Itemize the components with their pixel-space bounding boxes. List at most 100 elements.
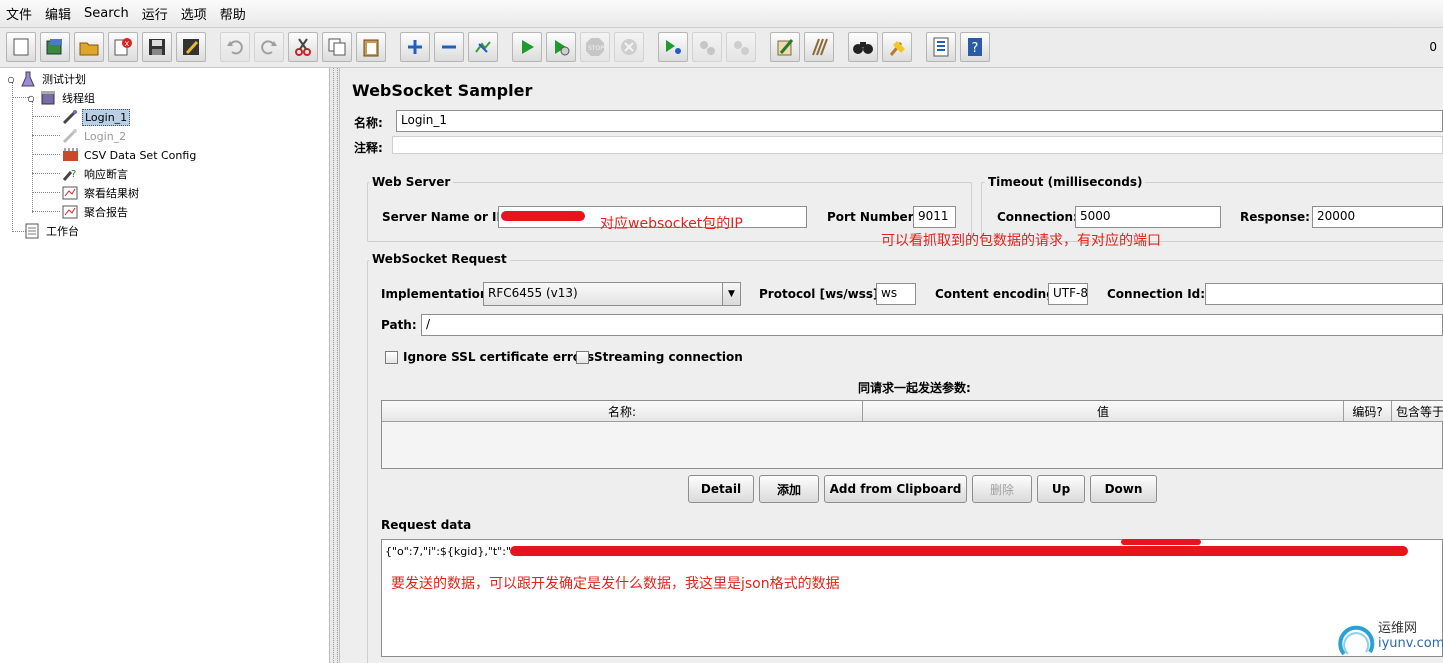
tree-node-workbench[interactable]: 工作台 bbox=[24, 222, 81, 240]
tree-node-response-assertion[interactable]: ? 响应断言 bbox=[62, 165, 130, 183]
save-as-icon[interactable] bbox=[176, 32, 206, 62]
column-header-encode[interactable]: 编码? bbox=[1344, 401, 1392, 422]
add-button[interactable]: 添加 bbox=[759, 475, 819, 503]
tree-node-label: 聚合报告 bbox=[84, 206, 128, 219]
stop-icon[interactable]: STOP bbox=[580, 32, 610, 62]
tree-node-aggregate-report[interactable]: 聚合报告 bbox=[62, 203, 130, 221]
svg-text:?: ? bbox=[71, 169, 76, 180]
tree-node-csv-config[interactable]: CSV Data Set Config bbox=[62, 146, 198, 164]
connection-id-field[interactable] bbox=[1205, 283, 1443, 305]
content-encoding-field[interactable]: UTF-8 bbox=[1048, 283, 1088, 305]
menu-run[interactable]: 运行 bbox=[142, 4, 168, 23]
redaction-mark bbox=[501, 211, 585, 221]
up-button[interactable]: Up bbox=[1037, 475, 1085, 503]
tree-node-login-1[interactable]: Login_1 bbox=[62, 108, 131, 126]
connection-timeout-label: Connection: bbox=[997, 210, 1078, 224]
start-icon[interactable] bbox=[512, 32, 542, 62]
thread-group-icon bbox=[40, 90, 56, 106]
tree-node-test-plan[interactable]: ○ 测试计划 bbox=[6, 70, 88, 88]
redo-icon[interactable] bbox=[254, 32, 284, 62]
tree-node-label: Login_2 bbox=[84, 129, 127, 143]
chevron-down-icon[interactable]: ▼ bbox=[722, 283, 740, 305]
key-toggle-icon[interactable]: ○ bbox=[6, 71, 16, 87]
implementation-select[interactable]: RFC6455 (v13) ▼ bbox=[483, 282, 741, 306]
protocol-label: Protocol [ws/wss]: bbox=[759, 287, 884, 301]
page-title: WebSocket Sampler bbox=[352, 81, 533, 100]
tree-node-label: 测试计划 bbox=[42, 73, 86, 86]
tree-node-label: 工作台 bbox=[46, 225, 79, 238]
collapse-icon[interactable] bbox=[434, 32, 464, 62]
parameters-table[interactable]: 名称: 值 编码? 包含等于 bbox=[381, 400, 1443, 469]
connection-timeout-field[interactable]: 5000 bbox=[1075, 206, 1221, 228]
listener-icon bbox=[62, 185, 78, 201]
open-icon[interactable] bbox=[74, 32, 104, 62]
port-number-label: Port Number: bbox=[827, 210, 919, 224]
tree-node-label: CSV Data Set Config bbox=[84, 148, 197, 162]
clear-icon[interactable] bbox=[770, 32, 800, 62]
cut-icon[interactable] bbox=[288, 32, 318, 62]
remote-stop-icon[interactable] bbox=[692, 32, 722, 62]
test-plan-tree[interactable]: ○ 测试计划 ○ 线程组 Login_1 Login_2 CSV Data Se… bbox=[0, 68, 330, 663]
comment-field[interactable] bbox=[392, 136, 1443, 154]
tree-node-thread-group[interactable]: ○ 线程组 bbox=[26, 89, 97, 107]
key-toggle-icon[interactable]: ○ bbox=[26, 90, 36, 106]
checkbox-box[interactable] bbox=[576, 350, 589, 364]
streaming-connection-checkbox[interactable]: Streaming connection bbox=[576, 350, 743, 364]
expand-icon[interactable] bbox=[400, 32, 430, 62]
column-header-value[interactable]: 值 bbox=[863, 401, 1344, 422]
svg-text:?: ? bbox=[972, 41, 979, 56]
function-helper-icon[interactable] bbox=[926, 32, 956, 62]
help-icon[interactable]: ? bbox=[960, 32, 990, 62]
workbench-icon bbox=[24, 223, 40, 239]
svg-text:STOP: STOP bbox=[588, 45, 604, 52]
undo-icon[interactable] bbox=[220, 32, 250, 62]
websocket-request-title: WebSocket Request bbox=[369, 252, 510, 266]
name-field[interactable]: Login_1 bbox=[396, 110, 1443, 132]
menu-edit[interactable]: 编辑 bbox=[45, 4, 71, 23]
remote-start-icon[interactable] bbox=[658, 32, 688, 62]
clear-all-icon[interactable] bbox=[804, 32, 834, 62]
remote-shutdown-icon[interactable] bbox=[726, 32, 756, 62]
content-encoding-label: Content encoding: bbox=[935, 287, 1060, 301]
ignore-ssl-checkbox[interactable]: Ignore SSL certificate errors bbox=[385, 350, 594, 364]
request-data-textarea[interactable]: {"o":7,"i":${kgid},"t":"","s": bbox=[381, 539, 1443, 657]
down-button[interactable]: Down bbox=[1090, 475, 1157, 503]
sampler-icon bbox=[62, 109, 78, 125]
parameters-title: 同请求一起发送参数: bbox=[858, 381, 971, 395]
watermark-url: iyunv.com bbox=[1378, 636, 1443, 651]
close-icon[interactable]: x bbox=[108, 32, 138, 62]
menu-help[interactable]: 帮助 bbox=[220, 4, 246, 23]
port-number-field[interactable]: 9011 bbox=[913, 206, 956, 228]
shutdown-icon[interactable] bbox=[614, 32, 644, 62]
toggle-icon[interactable] bbox=[468, 32, 498, 62]
request-data-label: Request data bbox=[381, 518, 472, 532]
path-field[interactable]: / bbox=[421, 314, 1443, 336]
reset-search-icon[interactable] bbox=[882, 32, 912, 62]
checkbox-box[interactable] bbox=[385, 350, 398, 364]
start-no-pause-icon[interactable] bbox=[546, 32, 576, 62]
menu-search[interactable]: Search bbox=[84, 6, 129, 21]
web-server-title: Web Server bbox=[369, 175, 454, 189]
implementation-value: RFC6455 (v13) bbox=[488, 286, 578, 300]
tree-node-login-2[interactable]: Login_2 bbox=[62, 127, 128, 145]
copy-icon[interactable] bbox=[322, 32, 352, 62]
pane-splitter[interactable] bbox=[330, 68, 340, 663]
menu-options[interactable]: 选项 bbox=[181, 4, 207, 23]
detail-button[interactable]: Detail bbox=[688, 475, 754, 503]
response-timeout-field[interactable]: 20000 bbox=[1312, 206, 1443, 228]
paste-icon[interactable] bbox=[356, 32, 386, 62]
tree-node-view-results-tree[interactable]: 察看结果树 bbox=[62, 184, 141, 202]
templates-icon[interactable] bbox=[40, 32, 70, 62]
protocol-field[interactable]: ws bbox=[876, 283, 916, 305]
new-icon[interactable] bbox=[6, 32, 36, 62]
search-icon[interactable] bbox=[848, 32, 878, 62]
save-icon[interactable] bbox=[142, 32, 172, 62]
add-from-clipboard-button[interactable]: Add from Clipboard bbox=[824, 475, 967, 503]
delete-button[interactable]: 删除 bbox=[972, 475, 1032, 503]
redaction-mark bbox=[1121, 539, 1201, 545]
column-header-include-equals[interactable]: 包含等于 bbox=[1392, 401, 1443, 422]
redaction-mark bbox=[510, 546, 1408, 556]
toolbar: x STOP ? 0 bbox=[0, 28, 1443, 68]
column-header-name[interactable]: 名称: bbox=[382, 401, 863, 422]
menu-file[interactable]: 文件 bbox=[6, 4, 32, 23]
